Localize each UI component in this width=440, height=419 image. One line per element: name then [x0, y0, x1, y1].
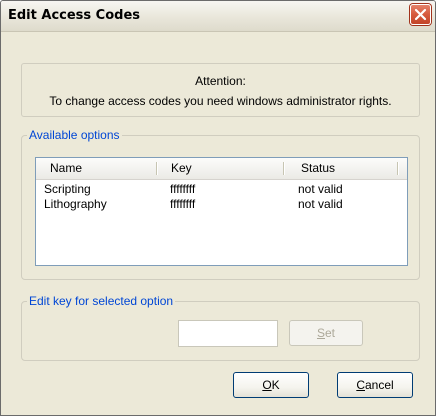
ok-label-rest: K [271, 378, 280, 392]
row-status: not valid [298, 182, 343, 196]
list-header: Name Key Status [36, 158, 407, 180]
title-bar[interactable]: Edit Access Codes [1, 1, 435, 32]
attention-title: Attention: [195, 74, 246, 88]
attention-message: To change access codes you need windows … [49, 94, 392, 108]
ok-button[interactable]: OK [233, 372, 309, 398]
cancel-label-rest: ancel [364, 378, 394, 392]
row-key: ffffffff [170, 197, 196, 211]
row-status: not valid [298, 197, 343, 211]
edit-key-group: Edit key for selected option Set [21, 294, 420, 361]
list-row-scripting[interactable]: Scripting ffffffff not valid [36, 181, 407, 197]
set-label-rest: et [325, 326, 336, 340]
key-input[interactable] [178, 320, 278, 347]
available-options-group: Available options Name Key Status Script… [21, 128, 420, 280]
edit-key-legend: Edit key for selected option [27, 294, 176, 308]
column-header-key[interactable]: Key [156, 158, 283, 178]
set-accelerator: S [316, 326, 325, 340]
close-icon [414, 8, 427, 21]
row-key: ffffffff [170, 182, 196, 196]
options-list[interactable]: Name Key Status Scripting ffffffff not v… [35, 157, 408, 266]
row-name: Scripting [44, 182, 91, 196]
available-options-legend: Available options [27, 128, 122, 142]
close-button[interactable] [410, 4, 431, 25]
attention-panel: Attention: To change access codes you ne… [21, 63, 420, 117]
cancel-accelerator: C [356, 378, 365, 392]
column-divider[interactable] [397, 162, 398, 175]
dialog-title: Edit Access Codes [8, 8, 141, 23]
cancel-button[interactable]: Cancel [337, 372, 413, 398]
column-header-name[interactable]: Name [36, 158, 156, 178]
column-header-status[interactable]: Status [283, 158, 408, 178]
row-name: Lithography [44, 197, 107, 211]
edit-access-codes-dialog: Edit Access Codes Attention: To change a… [0, 0, 436, 416]
set-button[interactable]: Set [289, 320, 363, 346]
list-row-lithography[interactable]: Lithography ffffffff not valid [36, 196, 407, 212]
ok-accelerator: O [262, 378, 272, 392]
